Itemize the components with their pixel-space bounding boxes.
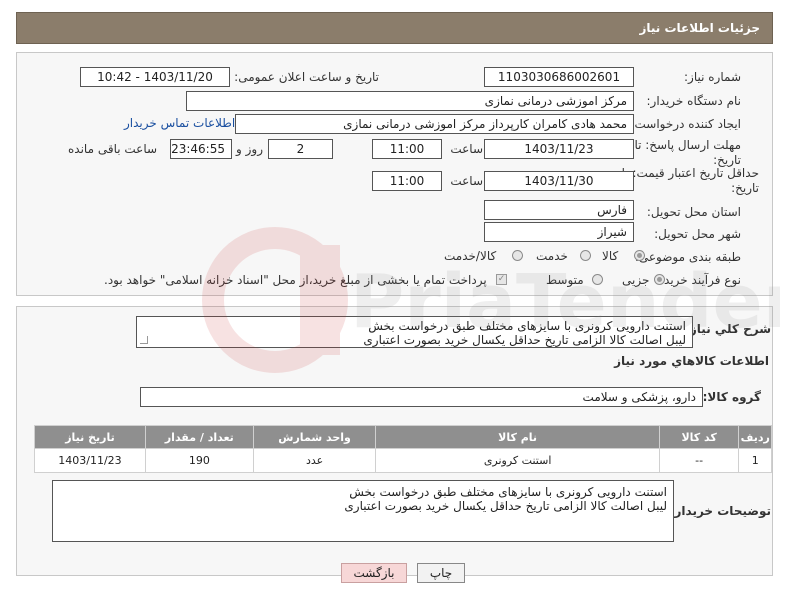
cell-code: -- [658, 448, 740, 473]
announce-field[interactable]: 1403/11/20 - 10:42 [80, 67, 230, 87]
general-desc-label: شرح كلي نياز: [685, 322, 771, 336]
col-date: تاریخ نیاز [34, 425, 146, 449]
buyer-notes-field[interactable]: استنت دارویی کرونری با سایزهای مختلف طبق… [52, 480, 674, 542]
process-radio-medium[interactable] [592, 274, 603, 285]
buyer-org-field[interactable]: مرکز اموزشی درمانی نمازی [186, 91, 634, 111]
need-number-label: شماره نیاز: [684, 70, 741, 84]
city-label: شهر محل تحویل: [654, 227, 741, 241]
buyer-org-label: نام دستگاه خریدار: [646, 94, 742, 108]
buyer-notes-line-1: استنت دارویی کرونری با سایزهای مختلف طبق… [349, 485, 667, 499]
price-time-field[interactable]: 11:00 [372, 171, 442, 191]
remaining-time-field[interactable]: 23:46:55 [170, 139, 232, 159]
announce-label: تاریخ و ساعت اعلان عمومی: [234, 70, 379, 84]
reply-date-field[interactable]: 1403/11/23 [484, 139, 634, 159]
need-number-field[interactable]: 1103030686002601 [484, 67, 634, 87]
col-row: ردیف [738, 425, 772, 449]
remaining-time-label: ساعت باقی مانده [68, 142, 158, 156]
print-button[interactable]: چاپ [417, 563, 465, 583]
buyer-notes-label: توضیحات خریدار: [669, 504, 771, 518]
city-field[interactable]: شیراز [484, 222, 634, 242]
process-minor-label: جزیی [622, 273, 650, 287]
goods-table: ردیف کد کالا نام کالا واحد شمارش تعداد /… [34, 425, 772, 473]
category-radio-goods-service[interactable] [512, 250, 523, 261]
goods-table-header: ردیف کد کالا نام کالا واحد شمارش تعداد /… [34, 425, 772, 449]
buyer-notes-line-2: لیبل اصالت کالا الزامی تاریخ حداقل یکسال… [344, 499, 667, 513]
process-medium-label: متوسط [546, 273, 584, 287]
category-service-label: خدمت [536, 249, 568, 263]
general-desc-field[interactable]: استنت دارویی کرونری با سایزهای مختلف طبق… [136, 316, 693, 348]
treasury-payment-checkbox[interactable]: ✓ [496, 274, 507, 285]
goods-info-title: اطلاعات کالاهاي مورد نياز [614, 354, 769, 368]
col-qty: تعداد / مقدار [144, 425, 254, 449]
process-label: نوع فرآیند خرید : [656, 273, 741, 287]
col-code: کد کالا [658, 425, 740, 449]
page: جزئیات اطلاعات نیاز شماره نیاز: 11030306… [0, 0, 789, 598]
requester-label: ایجاد کننده درخواست: [630, 117, 741, 131]
category-goods-label: کالا [602, 249, 619, 263]
price-date-field[interactable]: 1403/11/30 [484, 171, 634, 191]
cell-date: 1403/11/23 [34, 448, 146, 473]
cell-row: 1 [738, 448, 772, 473]
cell-unit: عدد [252, 448, 377, 473]
days-field[interactable]: 2 [268, 139, 333, 159]
resize-handle-icon[interactable] [140, 336, 148, 344]
category-goods-service-label: کالا/خدمت [444, 249, 497, 263]
general-desc-line-2: لیبل اصالت کالا الزامی تاریخ حداقل یکسال… [363, 333, 686, 347]
treasury-payment-note: پرداخت تمام یا بخشی از مبلغ خرید،از محل … [104, 273, 487, 287]
col-unit: واحد شمارش [252, 425, 377, 449]
cell-qty: 190 [144, 448, 254, 473]
reply-time-label: ساعت [450, 142, 483, 156]
province-label: استان محل تحویل: [646, 205, 741, 219]
back-button[interactable]: بازگشت [341, 563, 407, 583]
reply-time-field[interactable]: 11:00 [372, 139, 442, 159]
table-row[interactable]: 1 -- استنت کرونری عدد 190 1403/11/23 [34, 448, 772, 473]
reply-deadline-label: مهلت ارسال پاسخ: تا تاریخ: [634, 138, 741, 167]
goods-group-label: گروه کالا: [702, 390, 761, 404]
category-radio-goods[interactable] [634, 250, 645, 261]
category-label: طبقه بندی موضوعی: [634, 250, 741, 264]
col-name: نام کالا [375, 425, 660, 449]
goods-group-field[interactable]: دارو، پزشکی و سلامت [140, 387, 703, 407]
category-radio-service[interactable] [580, 250, 591, 261]
buyer-contact-link[interactable]: اطلاعات تماس خریدار [124, 116, 235, 130]
price-time-label: ساعت [450, 174, 483, 188]
days-label: روز و [236, 142, 263, 156]
price-validity-label: حداقل تاریخ اعتبار قیمت: تا تاریخ: [621, 166, 759, 195]
general-desc-line-1: استنت دارویی کرونری با سایزهای مختلف طبق… [368, 319, 686, 333]
requester-field[interactable]: محمد هادی کامران کارپرداز مرکز اموزشی در… [235, 114, 634, 134]
process-radio-minor[interactable] [654, 274, 665, 285]
province-field[interactable]: فارس [484, 200, 634, 220]
cell-name: استنت کرونری [375, 448, 660, 473]
page-title: جزئیات اطلاعات نیاز [16, 12, 773, 44]
